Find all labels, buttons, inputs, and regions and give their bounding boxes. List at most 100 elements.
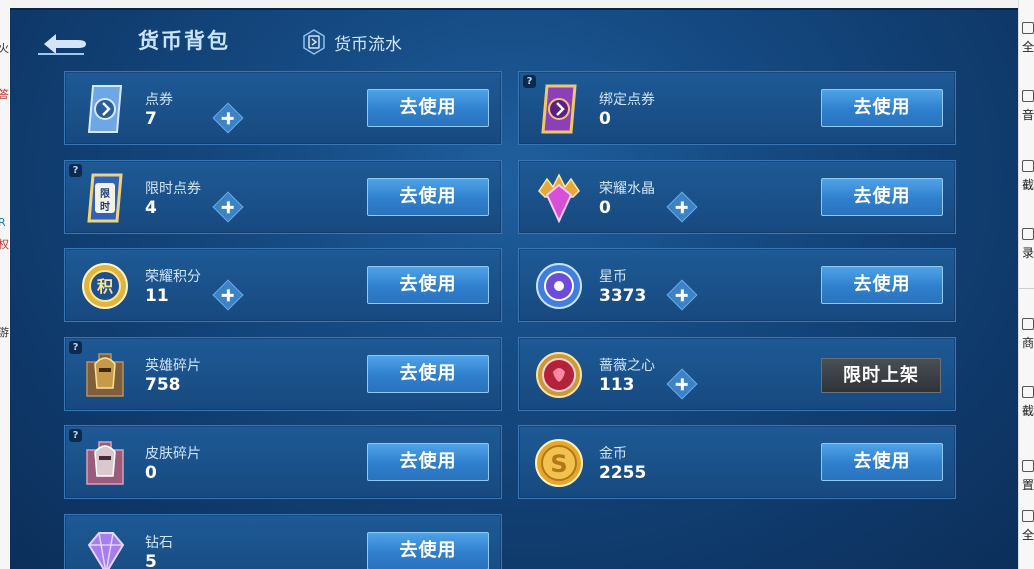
currency-value: 758 bbox=[145, 374, 181, 395]
currency-name: 绑定点券 bbox=[599, 92, 655, 108]
currency-name: 荣耀水晶 bbox=[599, 180, 655, 197]
currency-value: 113 bbox=[599, 374, 635, 395]
shop-icon bbox=[1022, 318, 1034, 330]
currency-card: ? 绑定点券 0 去使用 bbox=[518, 71, 956, 145]
currency-name: 英雄碎片 bbox=[145, 357, 201, 374]
currency-card: ? 限时限时点券 4 去使用 bbox=[64, 159, 502, 234]
go-use-button[interactable]: 去使用 bbox=[367, 531, 489, 569]
go-use-button[interactable]: 去使用 bbox=[821, 443, 943, 481]
currency-value: 7 bbox=[145, 109, 157, 129]
honor-crystal-icon bbox=[538, 172, 580, 223]
side-label: 全 bbox=[1022, 40, 1034, 54]
currency-card: 星币 3373 去使用 bbox=[518, 248, 956, 322]
side-item-sound[interactable]: 音 bbox=[1022, 90, 1034, 122]
currency-value: 0 bbox=[145, 463, 157, 483]
currency-name: 荣耀积分 bbox=[145, 269, 201, 285]
currency-value: 5 bbox=[145, 551, 157, 569]
add-currency-button[interactable] bbox=[666, 367, 698, 400]
currency-flow-button[interactable]: 货币流水 bbox=[302, 28, 402, 56]
svg-text:时: 时 bbox=[100, 200, 110, 213]
fullscreen-icon bbox=[1022, 22, 1034, 34]
side-divider bbox=[1019, 288, 1034, 289]
currency-flow-label: 货币流水 bbox=[334, 34, 402, 55]
currency-value: 3373 bbox=[599, 286, 647, 306]
currency-value: 11 bbox=[145, 286, 169, 306]
side-label: 音 bbox=[1022, 108, 1034, 122]
svg-text:限: 限 bbox=[100, 188, 111, 200]
currency-name: 限时点券 bbox=[145, 180, 201, 197]
currency-name: 星币 bbox=[599, 269, 627, 285]
currency-name: 金币 bbox=[599, 446, 627, 462]
currency-name: 皮肤碎片 bbox=[145, 446, 201, 462]
rose-heart-icon bbox=[536, 351, 582, 398]
currency-value: 0 bbox=[599, 197, 611, 218]
side-label: 置 bbox=[1022, 478, 1034, 492]
currency-card: 荣耀水晶 0 去使用 bbox=[518, 159, 956, 234]
side-item-shop[interactable]: 商 bbox=[1022, 318, 1034, 350]
go-use-button[interactable]: 去使用 bbox=[367, 266, 489, 304]
left-window-edge: 火 答 R 权 游 bbox=[0, 0, 10, 569]
go-use-button[interactable]: 去使用 bbox=[367, 177, 489, 216]
page-title: 货币背包 bbox=[138, 29, 230, 53]
currency-card: 蔷薇之心 113 限时上架 bbox=[518, 336, 956, 411]
record-icon bbox=[1022, 228, 1034, 240]
currency-card: 钻石 5 去使用 bbox=[64, 513, 502, 569]
side-item-capture[interactable]: 截 bbox=[1022, 386, 1034, 418]
currency-value: 4 bbox=[145, 197, 157, 218]
side-label: 截 bbox=[1022, 178, 1034, 192]
flow-record-icon bbox=[303, 29, 325, 55]
side-item-fullscreen[interactable]: 全 bbox=[1022, 22, 1034, 54]
go-use-button[interactable]: 去使用 bbox=[367, 354, 489, 393]
currency-card: 点券 7 去使用 bbox=[64, 71, 502, 145]
go-use-button[interactable]: 去使用 bbox=[367, 89, 489, 127]
honor-points-icon: 积 bbox=[82, 263, 128, 309]
side-toolbar: 全 音 截 录 商 截 置 全 bbox=[1018, 0, 1034, 569]
game-window: 货币背包 货币流水 点券 7 去使用? 限时限时点券 4 去使用积荣耀积分 11 去使用? 英雄… bbox=[10, 8, 1018, 569]
go-use-button[interactable]: 去使用 bbox=[821, 89, 943, 127]
ticket-icon bbox=[87, 85, 123, 133]
currency-name: 钻石 bbox=[145, 534, 173, 551]
diamond-icon bbox=[87, 531, 125, 569]
side-label: 截 bbox=[1022, 404, 1034, 418]
side-label: 全 bbox=[1022, 528, 1034, 542]
currency-card: ? 英雄碎片 758 去使用 bbox=[64, 336, 502, 411]
side-label: 录 bbox=[1022, 246, 1034, 260]
currency-value: 2255 bbox=[599, 463, 647, 483]
capture-icon bbox=[1022, 386, 1034, 398]
svg-text:S: S bbox=[550, 450, 567, 478]
bound-ticket-icon bbox=[541, 84, 577, 134]
sound-icon bbox=[1022, 90, 1034, 102]
currency-value: 0 bbox=[599, 109, 611, 129]
side-label: 商 bbox=[1022, 336, 1034, 350]
side-item-screenshot[interactable]: 截 bbox=[1022, 160, 1034, 192]
expand-icon bbox=[1022, 510, 1034, 522]
go-use-button[interactable]: 去使用 bbox=[367, 443, 489, 481]
limited-time-button: 限时上架 bbox=[821, 357, 941, 393]
hero-fragment-icon bbox=[86, 352, 124, 397]
add-currency-button[interactable] bbox=[212, 279, 244, 311]
add-currency-button[interactable] bbox=[666, 190, 698, 223]
side-item-full[interactable]: 全 bbox=[1022, 510, 1034, 542]
settings-icon bbox=[1022, 460, 1034, 472]
currency-name: 蔷薇之心 bbox=[599, 357, 655, 374]
limited-ticket-icon: 限时 bbox=[87, 173, 123, 222]
side-item-settings[interactable]: 置 bbox=[1022, 460, 1034, 492]
skin-fragment-icon bbox=[86, 441, 124, 485]
gold-coin-icon: S bbox=[535, 439, 583, 487]
currency-card: S 金币 2255 去使用 bbox=[518, 425, 956, 499]
add-currency-button[interactable] bbox=[666, 279, 698, 311]
add-currency-button[interactable] bbox=[212, 102, 244, 134]
add-currency-button[interactable] bbox=[212, 190, 244, 223]
go-use-button[interactable]: 去使用 bbox=[821, 266, 943, 304]
back-button[interactable] bbox=[34, 30, 94, 58]
screenshot-icon bbox=[1022, 160, 1034, 172]
svg-text:积: 积 bbox=[97, 277, 113, 296]
top-strip bbox=[10, 8, 1018, 10]
currency-name: 点券 bbox=[145, 92, 173, 108]
currency-card: 积 荣耀积分 11 去使用 bbox=[64, 248, 502, 322]
go-use-button[interactable]: 去使用 bbox=[821, 177, 943, 216]
side-item-record[interactable]: 录 bbox=[1022, 228, 1034, 260]
currency-card: ? 皮肤碎片 0 去使用 bbox=[64, 425, 502, 499]
star-coin-icon bbox=[536, 263, 582, 309]
back-arrow-icon bbox=[38, 34, 86, 55]
